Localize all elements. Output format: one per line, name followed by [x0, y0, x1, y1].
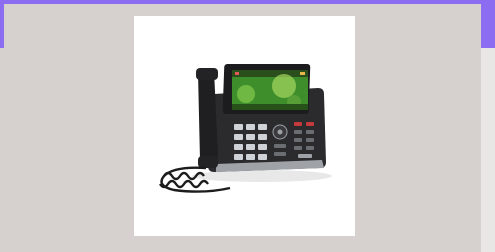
- right-edge-strip: [481, 48, 495, 252]
- product-image-card[interactable]: [134, 16, 355, 236]
- desk-ip-phone-icon: [159, 64, 332, 193]
- screen-display: [232, 70, 308, 110]
- handset: [196, 68, 218, 168]
